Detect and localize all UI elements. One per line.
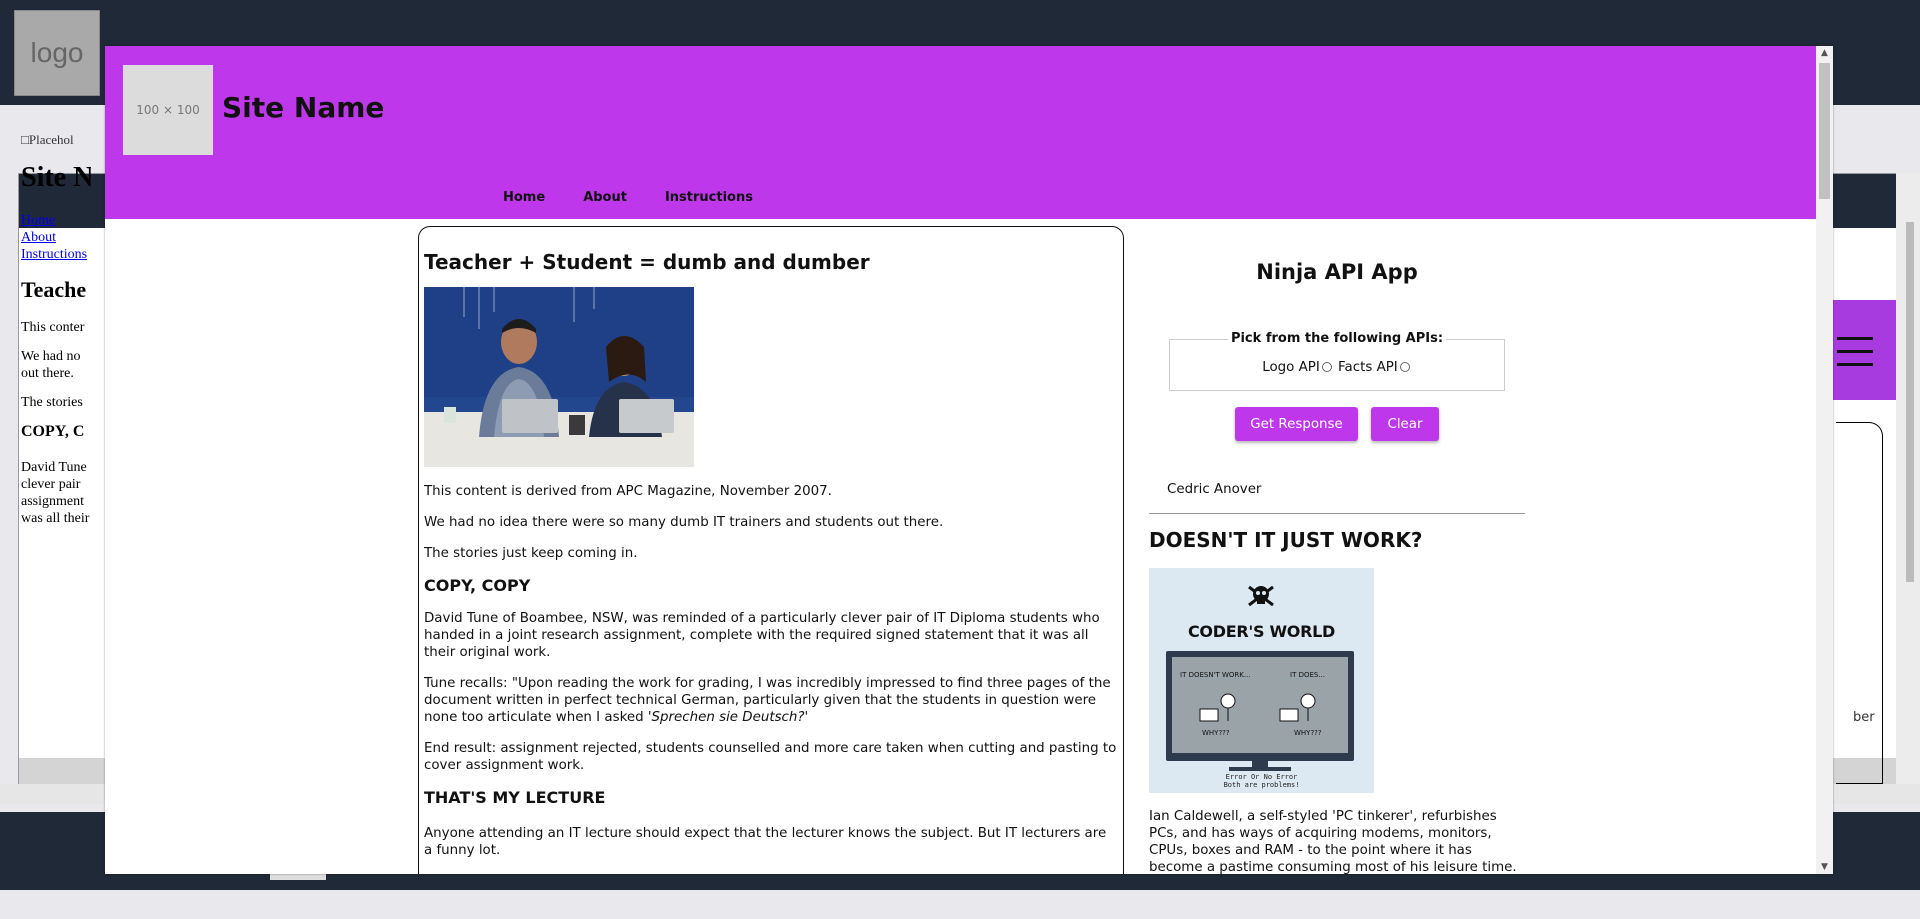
right-caption: IT DOES... bbox=[1290, 671, 1326, 679]
main-nav: Home About Instructions bbox=[503, 190, 791, 205]
coders-world-image: CODER'S WORLD IT DOESN'T WORK... IT DOES… bbox=[1149, 568, 1374, 793]
article-paragraph: Anyone attending an IT lecture should ex… bbox=[424, 826, 1107, 858]
background-site-name: Site N bbox=[21, 162, 91, 193]
teacher-student-photo bbox=[424, 287, 694, 467]
sidebar: Ninja API App Pick from the following AP… bbox=[1149, 226, 1525, 874]
quote-emphasis: 'Sprechen sie Deutsch?' bbox=[647, 710, 809, 725]
background-paragraph: This conter bbox=[21, 320, 85, 335]
monitor-illustration: IT DOESN'T WORK... IT DOES... WHY??? WHY… bbox=[1166, 651, 1354, 761]
scroll-down-arrow-icon[interactable]: ▼ bbox=[1816, 860, 1833, 874]
api-options: Logo API Facts API bbox=[1170, 360, 1504, 375]
monitor-screen: IT DOESN'T WORK... IT DOES... WHY??? WHY… bbox=[1172, 657, 1348, 753]
article-paragraph: David Tune of Boambee, NSW, was reminded… bbox=[424, 611, 1100, 660]
background-article-title: Teache bbox=[21, 277, 87, 302]
image-footer: Error Or No Error Both are problems! bbox=[1223, 773, 1300, 789]
article-heading-copy: COPY, COPY bbox=[424, 576, 531, 595]
background-content: □Placehol Site N Home About Instructions… bbox=[21, 132, 91, 539]
app-title: Ninja API App bbox=[1256, 260, 1418, 284]
sidebar-paragraph: Ian Caldewell, a self-styled 'PC tinkere… bbox=[1149, 809, 1517, 874]
site-name: Site Name bbox=[222, 91, 385, 124]
author-name: Cedric Anover bbox=[1167, 482, 1262, 497]
nav-home[interactable]: Home bbox=[503, 190, 545, 205]
api-legend: Pick from the following APIs: bbox=[1170, 331, 1504, 346]
left-caption: IT DOESN'T WORK... bbox=[1180, 671, 1251, 679]
background-placeholder-image: □Placehol bbox=[21, 132, 74, 147]
background-paragraph: David Tune clever pair assignment was al… bbox=[21, 460, 90, 526]
skull-icon bbox=[1248, 585, 1274, 607]
api-fieldset: Pick from the following APIs: Logo API F… bbox=[1169, 331, 1505, 391]
logo-placeholder: 100 × 100 bbox=[123, 65, 213, 155]
background-paragraph: The stories bbox=[21, 395, 83, 410]
overlay-scroll-thumb[interactable] bbox=[1819, 63, 1830, 199]
facts-api-label: Facts API bbox=[1338, 360, 1398, 375]
background-scroll-thumb[interactable] bbox=[1906, 222, 1914, 582]
facts-api-radio[interactable] bbox=[1399, 362, 1410, 372]
article-paragraph: We had no idea there were so many dumb I… bbox=[424, 515, 944, 530]
article-paragraph: The stories just keep coming in. bbox=[424, 546, 638, 561]
background-card bbox=[1836, 422, 1883, 784]
article-paragraph: Tune recalls: "Upon reading the work for… bbox=[424, 675, 1118, 726]
article-card: Teacher + Student = dumb and dumber This… bbox=[418, 226, 1124, 874]
background-paragraph: We had no out there. bbox=[21, 349, 81, 381]
right-why: WHY??? bbox=[1294, 729, 1322, 737]
article-paragraph: End result: assignment rejected, student… bbox=[424, 741, 1117, 773]
get-response-button[interactable]: Get Response bbox=[1235, 407, 1358, 441]
logo-api-label: Logo API bbox=[1262, 360, 1320, 375]
article-title: Teacher + Student = dumb and dumber bbox=[424, 250, 870, 274]
site-header: 100 × 100 Site Name Home About Instructi… bbox=[105, 46, 1816, 219]
image-title: CODER'S WORLD bbox=[1187, 622, 1335, 641]
divider bbox=[1149, 513, 1525, 514]
scroll-up-arrow-icon[interactable]: ▲ bbox=[1816, 46, 1833, 60]
nav-about[interactable]: About bbox=[583, 190, 627, 205]
background-heading-copy: COPY, C bbox=[21, 423, 85, 440]
nav-instructions[interactable]: Instructions bbox=[665, 190, 753, 205]
hamburger-menu-icon[interactable] bbox=[1837, 337, 1873, 376]
background-nav-home[interactable]: Home bbox=[21, 212, 91, 229]
clear-button[interactable]: Clear bbox=[1371, 407, 1439, 441]
left-why: WHY??? bbox=[1202, 729, 1230, 737]
background-nav-about[interactable]: About bbox=[21, 229, 91, 246]
article-paragraph: This content is derived from APC Magazin… bbox=[424, 484, 832, 499]
background-partial-text: ber bbox=[1853, 710, 1875, 725]
sidebar-heading: DOESN'T IT JUST WORK? bbox=[1149, 528, 1423, 552]
background-nav-instructions[interactable]: Instructions bbox=[21, 246, 91, 263]
article-heading-lecture: THAT'S MY LECTURE bbox=[424, 788, 606, 807]
overlay-page: 100 × 100 Site Name Home About Instructi… bbox=[105, 46, 1833, 874]
background-logo: logo bbox=[14, 10, 100, 96]
logo-api-radio[interactable] bbox=[1321, 362, 1332, 372]
